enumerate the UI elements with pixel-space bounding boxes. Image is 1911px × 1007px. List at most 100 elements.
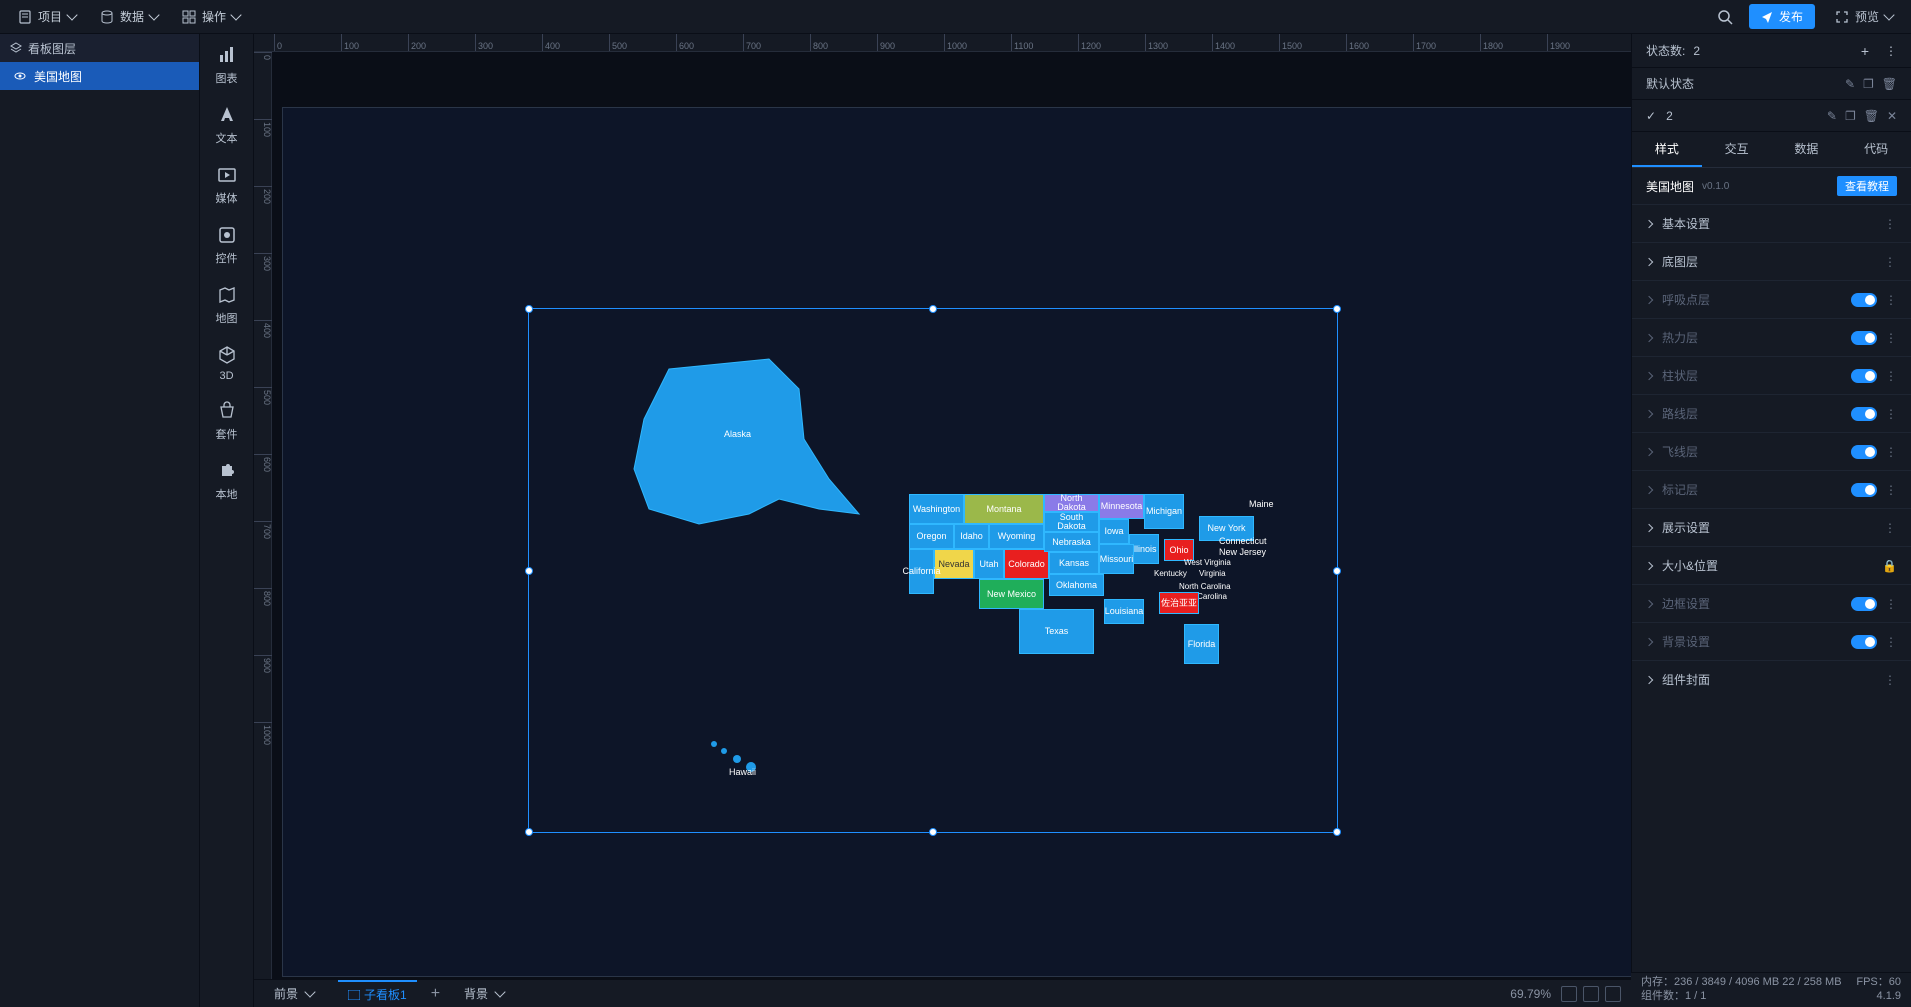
lock-icon[interactable]: 🔒 — [1882, 559, 1897, 573]
ptab-style[interactable]: 样式 — [1632, 132, 1702, 167]
more-icon[interactable]: ⋮ — [1884, 255, 1897, 269]
prop-section-8[interactable]: 展示设置⋮ — [1632, 508, 1911, 546]
state-montana: Montana — [964, 494, 1044, 524]
state-menu-button[interactable]: ⋮ — [1885, 44, 1897, 58]
ptab-data[interactable]: 数据 — [1772, 132, 1842, 167]
more-icon[interactable]: ⋮ — [1885, 331, 1897, 345]
delete-icon[interactable]: 🗑 — [1882, 77, 1897, 91]
comp-map-button[interactable]: 地图 — [216, 284, 238, 326]
search-icon — [1717, 9, 1733, 25]
close-icon[interactable]: ✕ — [1887, 109, 1897, 123]
comp-label: 地图 — [216, 310, 238, 326]
section-label: 大小&位置 — [1662, 557, 1718, 574]
eye-icon — [14, 70, 26, 82]
state-default-row[interactable]: 默认状态 ✎ ❐ 🗑 — [1632, 68, 1911, 100]
more-icon[interactable]: ⋮ — [1884, 217, 1897, 231]
more-icon[interactable]: ⋮ — [1885, 597, 1897, 611]
more-icon[interactable]: ⋮ — [1885, 369, 1897, 383]
state-ga-highlight: 佐治亚亚 — [1159, 592, 1199, 614]
ptab-code[interactable]: 代码 — [1841, 132, 1911, 167]
publish-button[interactable]: 发布 — [1749, 4, 1815, 29]
control-icon — [216, 224, 238, 246]
ptab-interaction[interactable]: 交互 — [1702, 132, 1772, 167]
comp-control-button[interactable]: 控件 — [216, 224, 238, 266]
selection-box[interactable]: Alaska Hawaii Washington Montana North D… — [528, 308, 1338, 833]
comp-label: 控件 — [216, 250, 238, 266]
prop-section-11[interactable]: 背景设置⋮ — [1632, 622, 1911, 660]
tab-foreground[interactable]: 前景 — [264, 981, 324, 1006]
zoom-grid-button[interactable] — [1605, 986, 1621, 1002]
more-icon[interactable]: ⋮ — [1885, 483, 1897, 497]
toggle-switch[interactable] — [1851, 293, 1877, 307]
artboard[interactable]: Alaska Hawaii Washington Montana North D… — [282, 107, 1631, 977]
add-state-button[interactable]: + — [1861, 43, 1869, 59]
comp-text-button[interactable]: 文本 — [216, 104, 238, 146]
state-or: Oregon — [909, 524, 954, 549]
more-icon[interactable]: ⋮ — [1884, 673, 1897, 687]
add-tab-button[interactable]: + — [431, 985, 440, 1003]
toggle-switch[interactable] — [1851, 407, 1877, 421]
component-name: 美国地图 — [1646, 178, 1694, 195]
menu-data[interactable]: 数据 — [90, 4, 168, 29]
comp-suite-button[interactable]: 套件 — [216, 400, 238, 442]
comp-label: 文本 — [216, 130, 238, 146]
state-count-value: 2 — [1693, 44, 1700, 58]
menu-operate[interactable]: 操作 — [172, 4, 250, 29]
comp-chart-button[interactable]: 图表 — [216, 44, 238, 86]
status-memory: 内存：236 / 3849 / 4096 MB 22 / 258 MB — [1641, 975, 1842, 989]
more-icon[interactable]: ⋮ — [1885, 445, 1897, 459]
layer-item-usa-map[interactable]: 美国地图 — [0, 62, 199, 90]
zoom-fit-button[interactable] — [1561, 986, 1577, 1002]
tab-label: 背景 — [464, 985, 488, 1002]
prop-section-7[interactable]: 标记层⋮ — [1632, 470, 1911, 508]
prop-section-12[interactable]: 组件封面⋮ — [1632, 660, 1911, 698]
prop-section-5[interactable]: 路线层⋮ — [1632, 394, 1911, 432]
chevron-right-icon — [1645, 295, 1653, 303]
map-icon — [216, 284, 238, 306]
toggle-switch[interactable] — [1851, 597, 1877, 611]
menu-project[interactable]: 项目 — [8, 4, 86, 29]
section-label: 柱状层 — [1662, 367, 1698, 384]
more-icon[interactable]: ⋮ — [1884, 521, 1897, 535]
copy-icon[interactable]: ❐ — [1845, 109, 1856, 123]
toggle-switch[interactable] — [1851, 445, 1877, 459]
state-la: Louisiana — [1104, 599, 1144, 624]
prop-section-3[interactable]: 热力层⋮ — [1632, 318, 1911, 356]
prop-section-0[interactable]: 基本设置⋮ — [1632, 204, 1911, 242]
edit-icon[interactable]: ✎ — [1827, 109, 1837, 123]
prop-section-6[interactable]: 飞线层⋮ — [1632, 432, 1911, 470]
prop-section-2[interactable]: 呼吸点层⋮ — [1632, 280, 1911, 318]
toggle-switch[interactable] — [1851, 369, 1877, 383]
delete-icon[interactable]: 🗑 — [1864, 109, 1879, 123]
state-nd: North Dakota — [1044, 494, 1099, 512]
search-button[interactable] — [1711, 3, 1739, 31]
prop-section-4[interactable]: 柱状层 ⋮ — [1632, 356, 1911, 394]
prop-section-9[interactable]: 大小&位置 🔒 — [1632, 546, 1911, 584]
more-icon[interactable]: ⋮ — [1885, 293, 1897, 307]
tab-sub-dashboard-1[interactable]: 子看板1 — [338, 980, 417, 1007]
usa-map: Alaska Hawaii Washington Montana North D… — [529, 309, 1337, 832]
more-icon[interactable]: ⋮ — [1885, 407, 1897, 421]
state-ky: Kentucky — [1154, 569, 1187, 578]
state-mn: Minnesota — [1099, 494, 1144, 519]
toggle-switch[interactable] — [1851, 483, 1877, 497]
comp-3d-button[interactable]: 3D — [216, 344, 238, 382]
toggle-switch[interactable] — [1851, 331, 1877, 345]
more-icon[interactable]: ⋮ — [1885, 635, 1897, 649]
state-2-row[interactable]: ✓ 2 ✎ ❐ 🗑 ✕ — [1632, 100, 1911, 132]
preview-button[interactable]: 预览 — [1825, 4, 1903, 29]
zoom-actual-button[interactable] — [1583, 986, 1599, 1002]
comp-label: 图表 — [216, 70, 238, 86]
copy-icon[interactable]: ❐ — [1863, 77, 1874, 91]
prop-section-1[interactable]: 底图层⋮ — [1632, 242, 1911, 280]
prop-section-10[interactable]: 边框设置⋮ — [1632, 584, 1911, 622]
comp-media-button[interactable]: 媒体 — [216, 164, 238, 206]
toggle-switch[interactable] — [1851, 635, 1877, 649]
tutorial-button[interactable]: 查看教程 — [1837, 176, 1897, 196]
tab-background[interactable]: 背景 — [454, 981, 514, 1006]
edit-icon[interactable]: ✎ — [1845, 77, 1855, 91]
canvas-viewport[interactable]: Alaska Hawaii Washington Montana North D… — [272, 52, 1631, 979]
menu-project-label: 项目 — [38, 8, 62, 25]
comp-local-button[interactable]: 本地 — [216, 460, 238, 502]
state-2-label: 2 — [1666, 109, 1673, 123]
